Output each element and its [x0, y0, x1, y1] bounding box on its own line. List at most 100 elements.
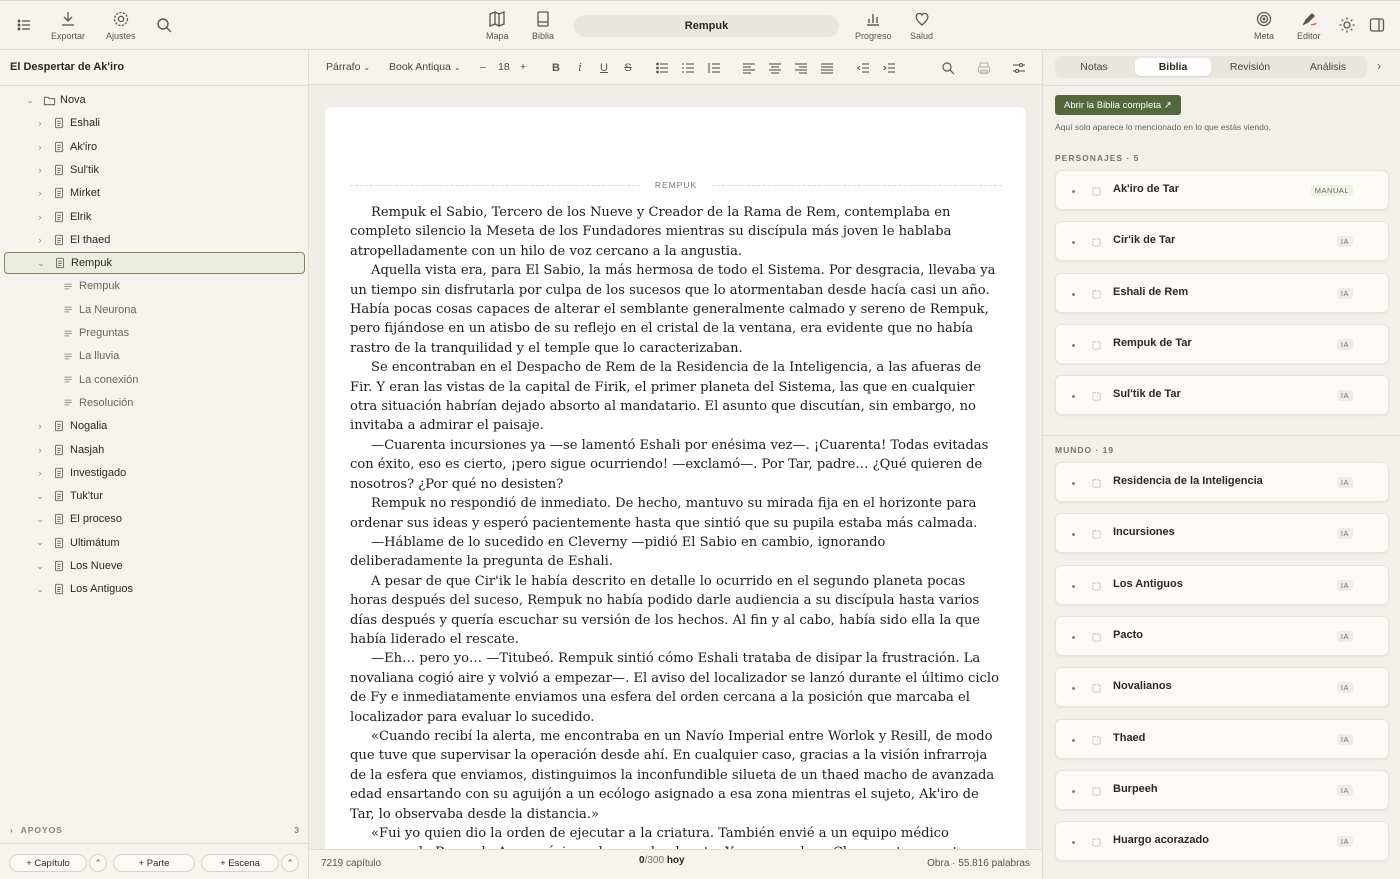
link-icon[interactable] — [1091, 235, 1103, 247]
chevron-down-icon[interactable]: ⌄ — [34, 537, 46, 548]
bible-entry-card[interactable]: Thaed IA — [1055, 718, 1389, 759]
manuscript-text[interactable]: Rempuk el Sabio, Tercero de los Nueve y … — [350, 203, 1002, 849]
link-icon[interactable] — [1091, 681, 1103, 693]
bible-entry-card[interactable]: Ak'iro de Tar MANUAL — [1055, 170, 1389, 210]
tree-item-chapter[interactable]: ⌄ Tuk'tur — [34, 485, 103, 507]
tree-item-scene[interactable]: La conexión — [55, 369, 138, 391]
link-icon[interactable] — [1091, 630, 1103, 642]
align-left-icon[interactable] — [742, 61, 756, 75]
bible-entry-card[interactable]: Incursiones IA — [1055, 513, 1389, 554]
goal-button[interactable]: Meta — [1254, 10, 1274, 41]
bible-entry-card[interactable]: Residencia de la Inteligencia IA — [1055, 462, 1389, 502]
font-size-value[interactable]: 18 — [498, 61, 510, 73]
chevron-up-icon[interactable]: ⌃ — [281, 854, 299, 872]
find-icon[interactable] — [941, 61, 955, 75]
chevron-right-icon[interactable]: › — [34, 165, 46, 175]
search-icon[interactable] — [155, 16, 173, 34]
chevron-down-icon[interactable]: ⌄ — [24, 95, 36, 106]
link-icon[interactable] — [1091, 733, 1103, 745]
numbered-list-icon[interactable] — [681, 61, 695, 75]
paragraph[interactable]: A pesar de que Cir'ik le había descrito … — [350, 572, 1002, 650]
apoyos-section[interactable]: › APOYOS 3 — [10, 825, 300, 835]
add-scene-button[interactable]: + Escena — [201, 854, 279, 872]
italic-icon[interactable]: i — [573, 61, 587, 75]
bible-entry-card[interactable]: Sul'tik de Tar IA — [1055, 375, 1389, 416]
link-icon[interactable] — [1091, 389, 1103, 401]
bible-entry-card[interactable]: Los Antiguos IA — [1055, 564, 1389, 605]
map-button[interactable]: Mapa — [486, 10, 509, 41]
health-button[interactable]: Salud — [910, 10, 933, 41]
open-bible-button[interactable]: Abrir la Biblia completa ↗ — [1055, 95, 1181, 115]
link-icon[interactable] — [1091, 579, 1103, 591]
link-icon[interactable] — [1091, 184, 1103, 196]
document-title[interactable]: Rempuk — [574, 15, 839, 37]
paragraph[interactable]: Rempuk el Sabio, Tercero de los Nueve y … — [350, 203, 1002, 261]
tree-item-chapter[interactable]: › Elrik — [34, 206, 92, 228]
bible-entry-card[interactable]: Huargo acorazado IA — [1055, 821, 1389, 862]
bible-entry-card[interactable]: Eshali de Rem IA — [1055, 272, 1389, 313]
link-icon[interactable] — [1091, 835, 1103, 847]
bible-button[interactable]: Biblia — [532, 10, 554, 41]
tree-item-chapter[interactable]: › Eshali — [34, 112, 100, 134]
editor-button[interactable]: Editor — [1297, 10, 1321, 41]
tab-notas[interactable]: Notas — [1057, 58, 1131, 76]
tree-item-chapter[interactable]: › Nogalia — [34, 415, 108, 437]
bullet-list-icon[interactable] — [655, 61, 669, 75]
chevron-right-icon[interactable]: › — [34, 445, 46, 455]
chevron-down-icon[interactable]: ⌄ — [34, 491, 46, 502]
bold-icon[interactable]: B — [549, 61, 563, 75]
paragraph[interactable]: Se encontraban en el Despacho de Rem de … — [350, 358, 1002, 436]
tree-item-chapter[interactable]: ⌄ El proceso — [34, 508, 122, 530]
blockquote-icon[interactable] — [707, 61, 721, 75]
tree-item-chapter[interactable]: ⌄ Los Nueve — [34, 555, 122, 577]
chevron-right-icon[interactable]: › — [34, 468, 46, 478]
tree-item-chapter[interactable]: ⌄ Los Antiguos — [34, 578, 133, 600]
chevron-right-icon[interactable]: › — [34, 118, 46, 128]
tree-item-scene[interactable]: La lluvia — [55, 345, 119, 367]
bible-entry-card[interactable]: Burpeeh IA — [1055, 769, 1389, 810]
tab-analisis[interactable]: Análisis — [1291, 58, 1365, 76]
paragraph[interactable]: Aquella vista era, para El Sabio, la más… — [350, 261, 1002, 358]
tab-biblia[interactable]: Biblia — [1135, 58, 1211, 76]
chevron-down-icon[interactable]: ⌄ — [34, 584, 46, 595]
paragraph[interactable]: —Eh… pero yo… —Titubeó. Rempuk sintió có… — [350, 649, 1002, 727]
paragraph-style-select[interactable]: Párrafo ⌄ — [326, 61, 370, 73]
tree-item-chapter[interactable]: ⌄ Rempuk — [4, 252, 305, 275]
tree-item-folder[interactable]: ⌄ Nova — [24, 89, 85, 111]
chevron-down-icon[interactable]: ⌄ — [34, 514, 46, 525]
tree-item-chapter[interactable]: › Ak'iro — [34, 136, 98, 158]
font-select[interactable]: Book Antiqua ⌄ — [389, 61, 461, 73]
align-center-icon[interactable] — [768, 61, 782, 75]
strikethrough-icon[interactable]: S — [621, 61, 635, 75]
bible-entry-card[interactable]: Cir'ik de Tar IA — [1055, 221, 1389, 262]
chevron-down-icon[interactable]: ⌄ — [35, 258, 47, 269]
link-icon[interactable] — [1091, 527, 1103, 539]
progress-button[interactable]: Progreso — [855, 10, 892, 41]
sidebar-list-icon[interactable] — [15, 16, 33, 34]
chevron-up-icon[interactable]: ⌃ — [89, 854, 107, 872]
tree-item-scene[interactable]: Preguntas — [55, 322, 129, 344]
link-icon[interactable] — [1091, 784, 1103, 796]
tree-item-chapter[interactable]: › El thaed — [34, 229, 111, 251]
sun-icon[interactable] — [1338, 16, 1356, 34]
tree-item-scene[interactable]: La Neurona — [55, 299, 137, 321]
chevron-right-icon[interactable]: › — [34, 188, 46, 198]
manuscript-page[interactable]: REMPUK Rempuk el Sabio, Tercero de los N… — [325, 107, 1026, 849]
chevron-right-icon[interactable]: › — [34, 142, 46, 152]
indent-icon[interactable] — [882, 61, 896, 75]
tree-item-scene[interactable]: Resolución — [55, 392, 133, 414]
add-part-button[interactable]: + Parte — [113, 854, 195, 872]
bible-entry-card[interactable]: Novalianos IA — [1055, 667, 1389, 708]
align-justify-icon[interactable] — [820, 61, 834, 75]
paragraph[interactable]: «Fui yo quien dio la orden de ejecutar a… — [350, 824, 1002, 849]
chevron-down-icon[interactable]: ⌄ — [34, 561, 46, 572]
tree-item-scene[interactable]: Rempuk — [55, 275, 120, 297]
paragraph[interactable]: Rempuk no respondió de inmediato. De hec… — [350, 494, 1002, 533]
align-right-icon[interactable] — [794, 61, 808, 75]
add-chapter-button[interactable]: + Capítulo — [9, 854, 87, 872]
sliders-icon[interactable] — [1012, 61, 1026, 75]
paragraph[interactable]: —Háblame de lo sucedido en Cleverny —pid… — [350, 533, 1002, 572]
tree-item-chapter[interactable]: › Investigado — [34, 462, 127, 484]
tree-item-chapter[interactable]: › Mirket — [34, 182, 100, 204]
bible-entry-card[interactable]: Rempuk de Tar IA — [1055, 323, 1389, 364]
